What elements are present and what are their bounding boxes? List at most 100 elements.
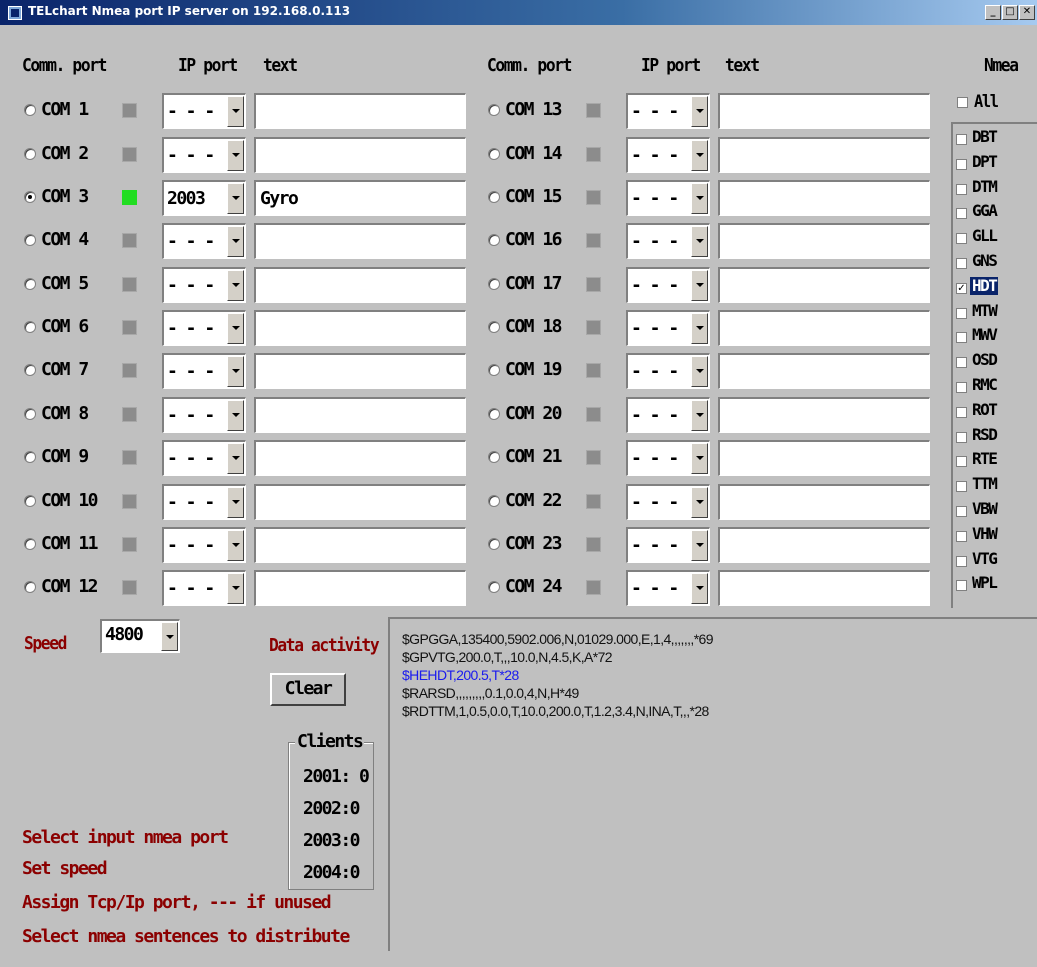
dropdown-arrow-icon[interactable] [227,443,244,474]
port-radio[interactable] [24,495,36,507]
port-text-input[interactable] [254,93,466,129]
checkbox-icon[interactable] [956,406,967,418]
checkbox-icon[interactable] [956,382,967,393]
port-text-input[interactable] [718,267,930,303]
nmea-item-mtw[interactable]: MTW [956,301,1036,325]
ip-port-select[interactable]: - - - [162,440,246,476]
port-radio[interactable] [488,538,500,550]
checkbox-icon[interactable] [956,233,967,245]
checkbox-icon[interactable] [956,332,967,344]
port-radio[interactable] [488,104,500,116]
port-text-input[interactable] [718,570,930,606]
checkbox-icon[interactable] [956,580,967,592]
nmea-item-dpt[interactable]: DPT [956,152,1036,176]
ip-port-select[interactable]: - - - [626,570,710,606]
ip-port-select[interactable]: - - - [626,223,710,259]
port-radio[interactable] [24,321,36,333]
ip-port-select[interactable]: - - - [626,267,710,303]
port-text-input[interactable] [254,440,466,476]
port-text-input[interactable] [254,527,466,563]
checkbox-icon[interactable] [956,506,967,517]
dropdown-arrow-icon[interactable] [691,96,708,127]
nmea-item-rmc[interactable]: RMC [956,375,1036,399]
port-text-input[interactable] [718,93,930,129]
nmea-item-vhw[interactable]: VHW [956,524,1036,548]
port-radio[interactable] [24,538,36,550]
nmea-sentence-list[interactable]: DBT DPT DTM GGA GLL GNS ✓ HDT MTW MWV OSD RMC ROT RSD… [951,122,1037,608]
port-radio[interactable] [24,408,36,420]
port-radio[interactable] [24,451,36,463]
port-radio[interactable] [24,148,36,160]
nmea-item-gll[interactable]: GLL [956,226,1036,250]
dropdown-arrow-icon[interactable] [691,226,708,257]
port-text-input[interactable] [718,137,930,173]
ip-port-select[interactable]: 2003 [162,180,246,216]
port-radio[interactable] [488,321,500,333]
port-text-input[interactable] [254,310,466,346]
port-radio[interactable] [24,364,36,376]
nmea-item-osd[interactable]: OSD [956,350,1036,374]
dropdown-arrow-icon[interactable] [691,270,708,301]
nmea-item-gga[interactable]: GGA [956,201,1036,225]
nmea-item-rot[interactable]: ROT [956,400,1036,424]
checkbox-icon[interactable] [956,481,967,493]
dropdown-arrow-icon[interactable] [691,443,708,474]
port-radio[interactable] [24,234,36,246]
nmea-item-rte[interactable]: RTE [956,449,1036,473]
ip-port-select[interactable]: - - - [626,310,710,346]
port-radio[interactable] [24,191,36,203]
ip-port-select[interactable]: - - - [162,93,246,129]
dropdown-arrow-icon[interactable] [691,530,708,561]
port-text-input[interactable] [254,397,466,433]
clear-button[interactable]: Clear [270,673,346,706]
dropdown-arrow-icon[interactable] [691,487,708,518]
port-text-input[interactable] [718,397,930,433]
ip-port-select[interactable]: - - - [626,527,710,563]
port-radio[interactable] [488,495,500,507]
port-text-input[interactable] [254,484,466,520]
ip-port-select[interactable]: - - - [626,484,710,520]
port-text-input[interactable] [254,353,466,389]
close-button[interactable]: ✕ [1019,5,1035,20]
ip-port-select[interactable]: - - - [162,397,246,433]
port-radio[interactable] [488,148,500,160]
port-text-input[interactable] [718,353,930,389]
port-text-input[interactable] [254,223,466,259]
nmea-item-mwv[interactable]: MWV [956,325,1036,349]
port-text-input[interactable] [254,570,466,606]
nmea-item-wpl[interactable]: WPL [956,573,1036,597]
checkmark-icon[interactable]: ✓ [956,282,967,294]
port-radio[interactable] [24,581,36,593]
speed-select[interactable]: 4800 [100,619,180,653]
ip-port-select[interactable]: - - - [626,440,710,476]
dropdown-arrow-icon[interactable] [227,356,244,387]
ip-port-select[interactable]: - - - [162,137,246,173]
nmea-item-rsd[interactable]: RSD [956,425,1036,449]
checkbox-icon[interactable] [956,530,967,542]
ip-port-select[interactable]: - - - [626,137,710,173]
port-text-input[interactable] [718,527,930,563]
port-text-input[interactable] [254,267,466,303]
nmea-item-dbt[interactable]: DBT [956,127,1036,151]
dropdown-arrow-icon[interactable] [691,356,708,387]
dropdown-arrow-icon[interactable] [227,573,244,604]
port-radio[interactable] [488,191,500,203]
dropdown-arrow-icon[interactable] [227,400,244,431]
port-radio[interactable] [488,581,500,593]
dropdown-arrow-icon[interactable] [227,140,244,171]
app-icon[interactable] [8,6,22,20]
data-activity-log[interactable]: $GPGGA,135400,5902.006,N,01029.000,E,1,4… [388,617,1037,951]
dropdown-arrow-icon[interactable] [227,313,244,344]
port-text-input[interactable] [254,137,466,173]
dropdown-arrow-icon[interactable] [691,140,708,171]
ip-port-select[interactable]: - - - [626,180,710,216]
checkbox-icon[interactable] [956,258,967,269]
dropdown-arrow-icon[interactable] [227,96,244,127]
ip-port-select[interactable]: - - - [626,397,710,433]
ip-port-select[interactable]: - - - [626,353,710,389]
port-text-input[interactable] [718,223,930,259]
port-text-input[interactable] [718,440,930,476]
checkbox-icon[interactable] [956,183,967,195]
maximize-button[interactable]: □ [1002,5,1018,20]
checkbox-icon[interactable] [956,158,967,170]
